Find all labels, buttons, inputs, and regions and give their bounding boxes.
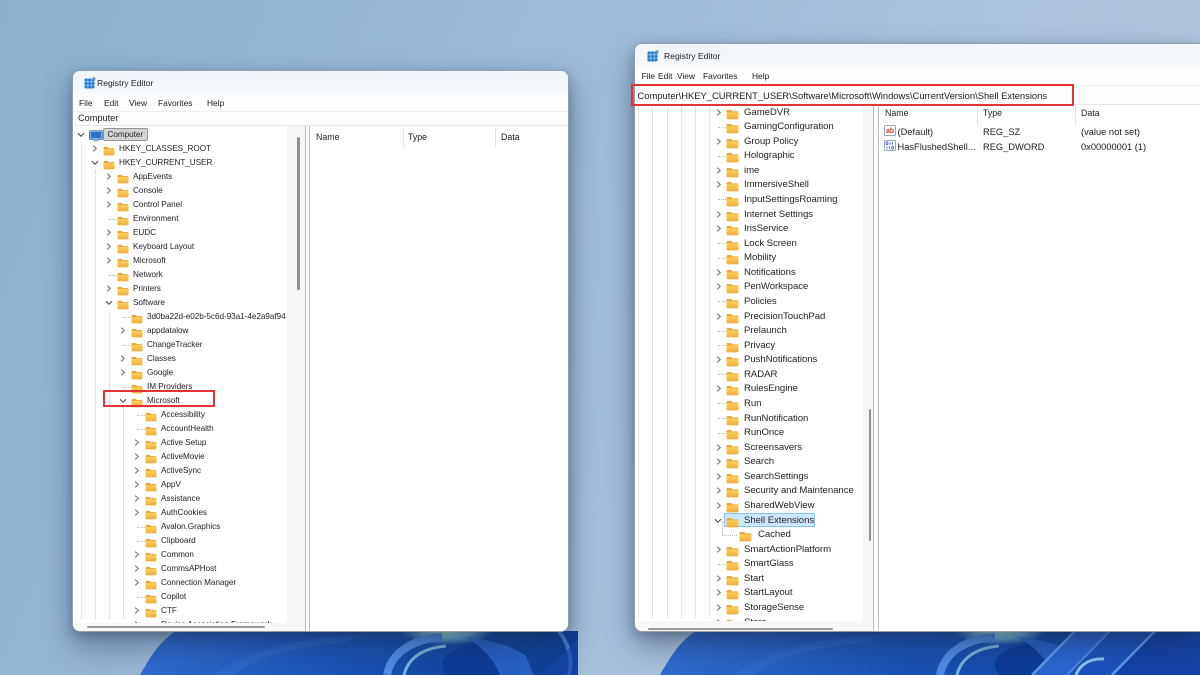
svg-text:ab: ab [886, 128, 894, 135]
